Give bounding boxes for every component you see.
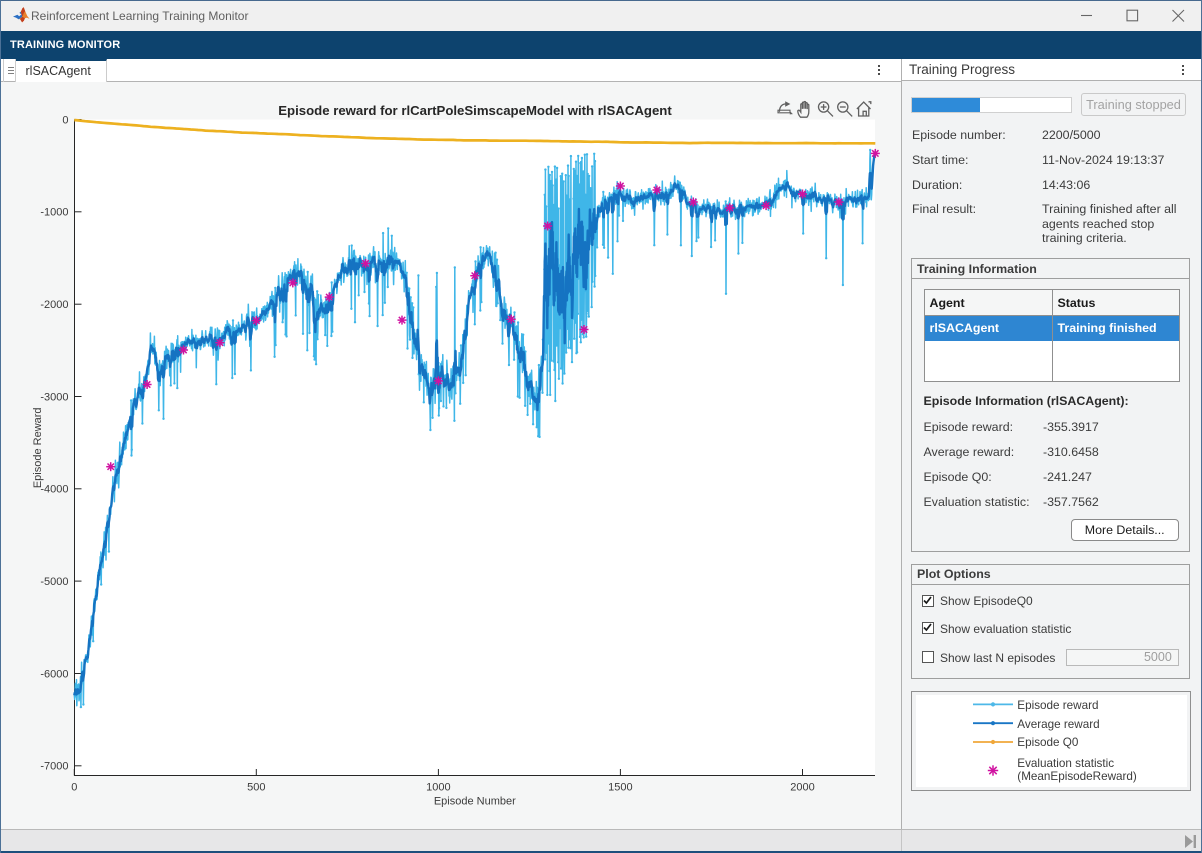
svg-text:-4000: -4000 [40, 484, 68, 496]
svg-text:1500: 1500 [608, 782, 632, 794]
svg-text:1000: 1000 [426, 782, 450, 794]
svg-text:0: 0 [71, 782, 77, 794]
svg-text:-3000: -3000 [40, 391, 68, 403]
svg-text:-1000: -1000 [40, 207, 68, 219]
svg-text:Episode Number: Episode Number [434, 796, 516, 808]
svg-text:500: 500 [247, 782, 265, 794]
svg-text:-2000: -2000 [40, 299, 68, 311]
svg-text:-6000: -6000 [40, 668, 68, 680]
svg-text:Episode Reward: Episode Reward [32, 407, 44, 488]
svg-text:0: 0 [62, 114, 68, 126]
svg-text:2000: 2000 [790, 782, 814, 794]
svg-text:-5000: -5000 [40, 576, 68, 588]
svg-text:-7000: -7000 [40, 761, 68, 773]
